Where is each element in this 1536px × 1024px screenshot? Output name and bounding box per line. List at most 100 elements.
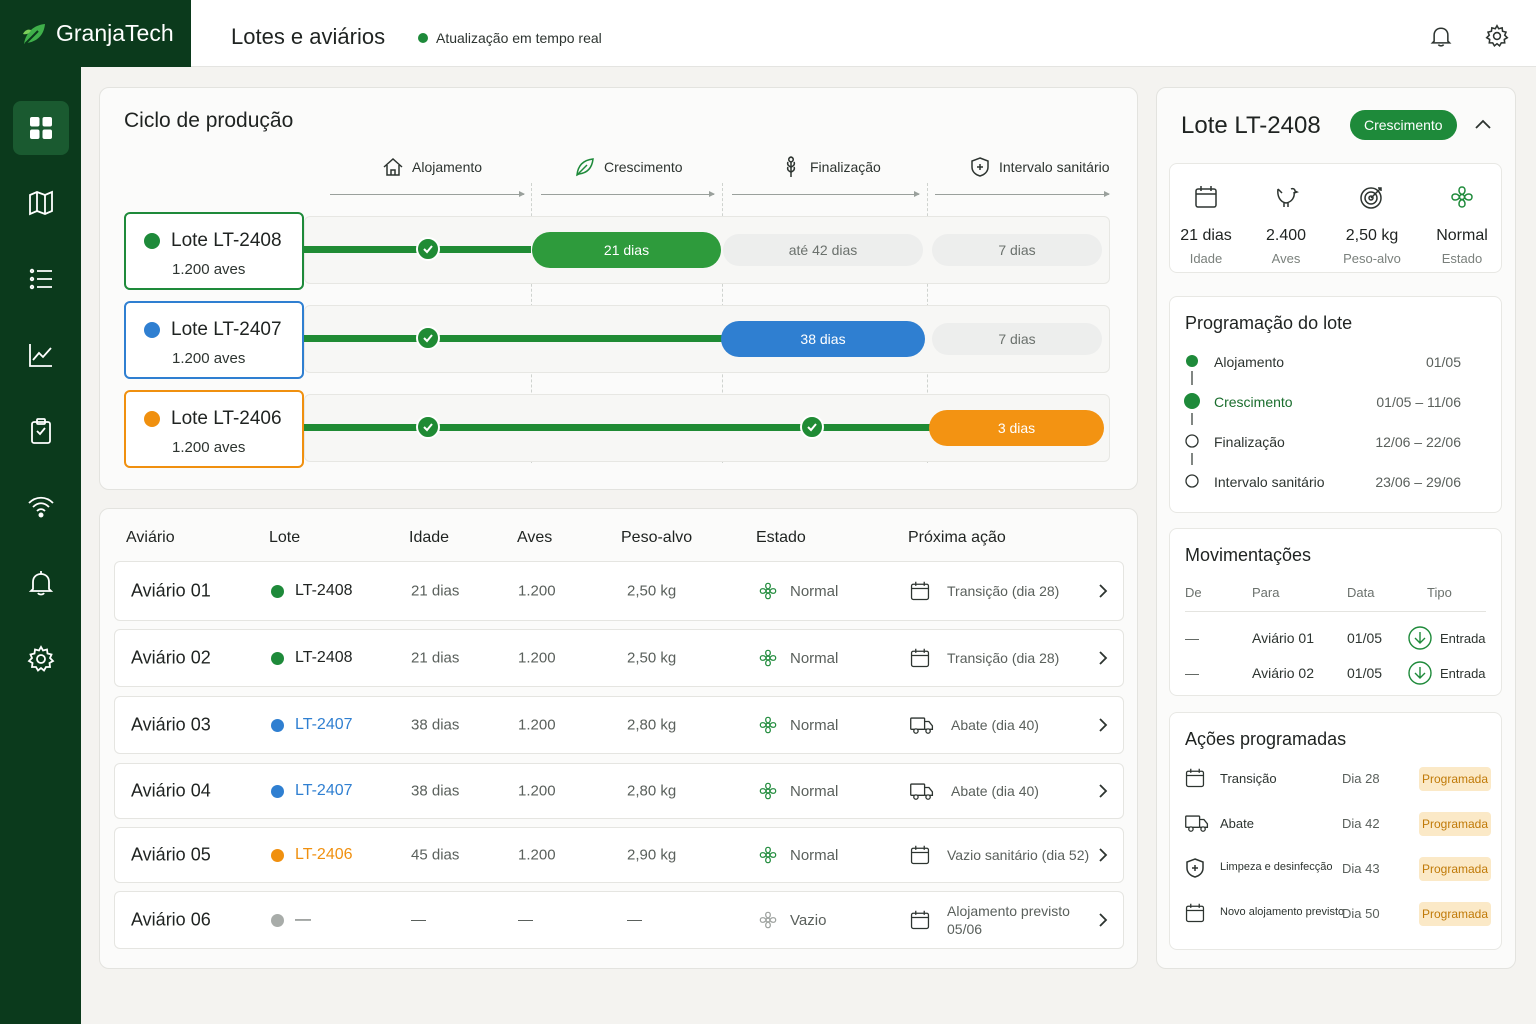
app-logo[interactable]: GranjaTech [0, 0, 191, 67]
movement-to: Aviário 01 [1252, 630, 1315, 646]
status-badge: Programada [1419, 857, 1491, 881]
row-open-button[interactable] [1097, 847, 1109, 863]
column-header[interactable]: Lote [269, 529, 300, 547]
table-row[interactable]: Aviário 03 LT-2407 38 dias 1.200 2,80 kg Norm… [114, 696, 1124, 754]
row-open-button[interactable] [1097, 717, 1109, 733]
movement-from: — [1185, 630, 1199, 646]
movement-type: Entrada [1440, 666, 1486, 681]
schedule-item-current: Crescimento [1214, 394, 1293, 410]
collapse-button[interactable] [1473, 116, 1493, 132]
column-header[interactable]: Próxima ação [908, 529, 1006, 547]
actions-title: Ações programadas [1185, 729, 1347, 749]
table-row[interactable]: Aviário 01 LT-2408 21 dias 1.200 2,50 kg Norm… [114, 561, 1124, 621]
column-header[interactable]: Idade [409, 529, 449, 547]
status-text: Normal [790, 582, 839, 600]
schedule-title: Programação do lote [1185, 313, 1353, 333]
lot-card-lt-2406[interactable]: Lote LT-2406 1.200 aves [124, 390, 304, 468]
status-cell: Normal [758, 648, 838, 668]
schedule-date: 12/06 – 22/06 [1375, 434, 1461, 450]
row-open-button[interactable] [1097, 583, 1109, 599]
movements-title: Movimentações [1185, 545, 1312, 565]
table-row[interactable]: Aviário 06 — — — — Vazio Alojamento previsto 05… [114, 891, 1124, 949]
status-text: Normal [790, 716, 839, 734]
settings-button[interactable] [1485, 24, 1509, 48]
truck-icon [909, 714, 935, 736]
stage-alojamento: Alojamento [382, 156, 482, 178]
status-text: Vazio [790, 911, 827, 929]
list-icon [27, 265, 55, 293]
scheduled-action-row[interactable]: Abate Dia 42 Programada [1170, 810, 1501, 838]
age-cell: 21 dias [411, 649, 460, 667]
fan-icon [758, 581, 778, 601]
movement-row[interactable]: — Aviário 02 01/05 Entrada [1170, 659, 1501, 689]
lot-cell[interactable]: LT-2406 [271, 846, 353, 864]
lot-card-lt-2408[interactable]: Lote LT-2408 1.200 aves [124, 212, 304, 290]
lot-cell[interactable]: LT-2408 [271, 582, 353, 600]
row-open-button[interactable] [1097, 783, 1109, 799]
table-row[interactable]: Aviário 04 LT-2407 38 dias 1.200 2,80 kg Norm… [114, 763, 1124, 819]
schedule-date: 01/05 [1425, 354, 1461, 370]
lot-color-dot [271, 584, 284, 598]
sidebar-item-settings[interactable] [13, 632, 69, 686]
timeline-pill-active[interactable]: 21 dias [532, 232, 721, 268]
stage-arrow [732, 191, 920, 197]
lot-cell[interactable]: LT-2408 [271, 649, 353, 667]
column-header[interactable]: Estado [756, 529, 806, 547]
next-action-cell: Abate (dia 40) [909, 714, 1039, 736]
scheduled-action-row[interactable]: Transição Dia 28 Programada [1170, 765, 1501, 793]
calendar-icon [1193, 184, 1219, 210]
lot-cell[interactable]: LT-2407 [271, 716, 353, 734]
timeline-pill-active[interactable]: 38 dias [721, 321, 925, 357]
sidebar [0, 67, 81, 1024]
sidebar-item-tasks[interactable] [13, 404, 69, 458]
progress-line [304, 335, 722, 342]
fan-icon [758, 910, 778, 930]
status-text: Normal [790, 846, 839, 864]
sidebar-item-alerts[interactable] [13, 556, 69, 610]
scheduled-action-row[interactable]: Limpeza e desinfecção Dia 43 Programada [1170, 855, 1501, 883]
stage-crescimento: Crescimento [574, 156, 683, 178]
next-action-text: Vazio sanitário (dia 52) [947, 846, 1089, 864]
status-badge: Programada [1419, 902, 1491, 926]
aviary-name: Aviário 02 [131, 647, 211, 668]
kpi-target-weight: 2,50 kg Peso-alvo [1332, 184, 1412, 266]
sidebar-item-reports[interactable] [13, 328, 69, 382]
aviary-name: Aviário 05 [131, 844, 211, 865]
lot-cell[interactable]: — [271, 911, 311, 929]
scheduled-action-row[interactable]: Novo alojamento previsto Dia 50 Programada [1170, 900, 1501, 928]
stage-arrow [330, 191, 525, 197]
table-row[interactable]: Aviário 02 LT-2408 21 dias 1.200 2,50 kg Norm… [114, 629, 1124, 687]
notifications-button[interactable] [1429, 24, 1453, 48]
action-day: Dia 50 [1342, 906, 1380, 921]
weight-cell: 2,50 kg [627, 649, 677, 667]
column-header[interactable]: Aviário [126, 529, 175, 547]
chevron-up-icon [1473, 116, 1493, 132]
map-icon [27, 189, 55, 217]
divider [1185, 611, 1486, 612]
calendar-icon [1184, 767, 1206, 789]
column-header[interactable]: Peso-alvo [621, 529, 692, 547]
movement-row[interactable]: — Aviário 01 01/05 Entrada [1170, 624, 1501, 654]
age-cell: 38 dias [411, 782, 460, 800]
lot-card-lt-2407[interactable]: Lote LT-2407 1.200 aves [124, 301, 304, 379]
lot-cell[interactable]: LT-2407 [271, 782, 353, 800]
birds-cell: 1.200 [518, 716, 556, 734]
movement-date: 01/05 [1347, 630, 1383, 646]
fan-icon [758, 715, 778, 735]
column-header[interactable]: Aves [517, 529, 552, 547]
table-row[interactable]: Aviário 05 LT-2406 45 dias 1.200 2,90 kg Norm… [114, 827, 1124, 883]
sidebar-item-map[interactable] [13, 176, 69, 230]
row-open-button[interactable] [1097, 650, 1109, 666]
row-open-button[interactable] [1097, 912, 1109, 928]
sidebar-item-connectivity[interactable] [13, 480, 69, 534]
next-action-text: Transição (dia 28) [947, 582, 1059, 600]
weight-cell: — [627, 911, 642, 929]
gear-icon [27, 645, 55, 673]
chevron-right-icon [1097, 783, 1109, 799]
timeline-pill-sanitary: 7 dias [932, 234, 1102, 266]
sidebar-item-list[interactable] [13, 252, 69, 306]
birds-cell: — [518, 911, 533, 929]
timeline-pill-active[interactable]: 3 dias [929, 410, 1104, 446]
calendar-icon [1184, 902, 1206, 924]
sidebar-item-dashboard[interactable] [13, 101, 69, 155]
